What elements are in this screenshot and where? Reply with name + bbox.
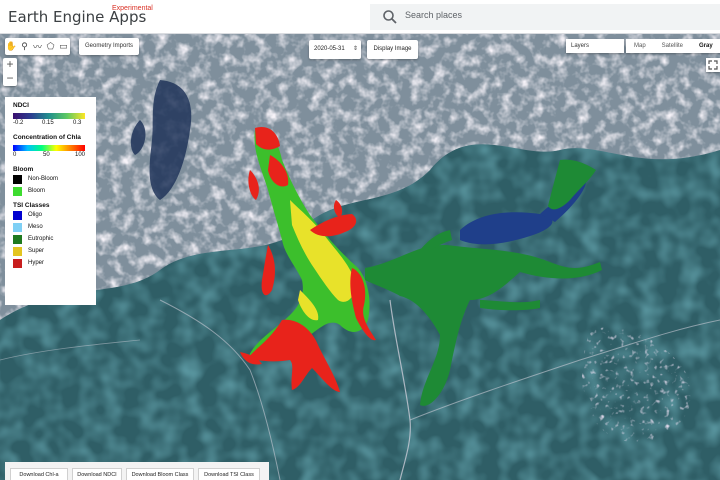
legend-panel: NDCI -0.2 0.15 0.3 Concentration of Chla… xyxy=(5,97,96,305)
legend-label: Hyper xyxy=(28,260,45,266)
map-type-gray[interactable]: Gray xyxy=(691,39,720,53)
download-tsi-class-button[interactable]: Download TSI Class xyxy=(198,468,260,480)
chla-colorbar xyxy=(13,145,85,151)
zoom-out-button[interactable]: − xyxy=(3,72,17,86)
legend-item: Super xyxy=(13,245,88,257)
drawing-tools: ✋ ⚲ 〰 ⬠ ▭ xyxy=(5,38,70,55)
legend-item: Meso xyxy=(13,221,88,233)
date-select[interactable]: 2020-05-31 ⇕ xyxy=(309,40,361,59)
marker-icon[interactable]: ⚲ xyxy=(18,39,31,54)
download-ndci-button[interactable]: Download NDCI xyxy=(72,468,122,480)
app-header: Earth Engine Apps Experimental Search pl… xyxy=(0,0,720,34)
swatch xyxy=(13,186,22,196)
legend-label: Oligo xyxy=(28,212,43,218)
legend-label: Non-Bloom xyxy=(28,176,59,182)
swatch xyxy=(13,258,22,268)
ndci-tick: 0.3 xyxy=(73,120,82,126)
swatch xyxy=(13,222,22,232)
ndci-colorbar xyxy=(13,113,85,119)
polyline-icon[interactable]: 〰 xyxy=(31,39,44,54)
hand-icon[interactable]: ✋ xyxy=(5,39,18,54)
fullscreen-button[interactable] xyxy=(706,58,720,72)
chla-tick: 50 xyxy=(43,152,50,158)
tsi-title: TSI Classes xyxy=(13,202,50,209)
chla-tick: 0 xyxy=(13,152,17,158)
map-type-satellite[interactable]: Satellite xyxy=(654,39,691,53)
legend-label: Super xyxy=(28,248,45,254)
legend-item: Non-Bloom xyxy=(13,173,88,185)
layers-button[interactable]: Layers xyxy=(566,39,624,53)
swatch xyxy=(13,246,22,256)
legend-item: Bloom xyxy=(13,185,88,197)
date-value: 2020-05-31 xyxy=(314,46,345,52)
map-canvas[interactable] xyxy=(0,34,720,480)
search-box[interactable]: Search places xyxy=(370,4,720,30)
ndci-tick: 0.15 xyxy=(42,120,54,126)
download-chla-button[interactable]: Download Chl-a xyxy=(10,468,68,480)
chla-tick: 100 xyxy=(75,152,86,158)
geometry-imports-button[interactable]: Geometry Imports xyxy=(79,38,140,55)
swatch xyxy=(13,210,22,220)
download-bloom-class-button[interactable]: Download Bloom Class xyxy=(126,468,194,480)
search-icon xyxy=(383,10,397,24)
search-input[interactable]: Search places xyxy=(405,10,462,20)
legend-label: Bloom xyxy=(28,188,46,194)
updown-arrow-icon: ⇕ xyxy=(352,46,358,52)
legend-item: Eutrophic xyxy=(13,233,88,245)
legend-label: Meso xyxy=(28,224,43,230)
zoom-controls: + − xyxy=(3,58,17,86)
map-type-map[interactable]: Map xyxy=(626,39,654,53)
rectangle-icon[interactable]: ▭ xyxy=(57,39,70,54)
chla-title: Concentration of Chla xyxy=(13,134,81,141)
zoom-in-button[interactable]: + xyxy=(3,58,17,72)
ndci-ticks: -0.2 0.15 0.3 xyxy=(13,120,93,129)
ndci-title: NDCI xyxy=(13,102,29,109)
swatch xyxy=(13,234,22,244)
fullscreen-icon xyxy=(708,60,718,70)
polygon-icon[interactable]: ⬠ xyxy=(44,39,57,54)
experimental-badge: Experimental xyxy=(112,5,153,12)
legend-label: Eutrophic xyxy=(28,236,54,242)
legend-item: Hyper xyxy=(13,257,88,269)
swatch xyxy=(13,174,22,184)
map-type-toggle: Map Satellite Gray xyxy=(626,39,720,53)
ndci-tick: -0.2 xyxy=(13,120,24,126)
legend-item: Oligo xyxy=(13,209,88,221)
display-image-button[interactable]: Display Image xyxy=(367,40,418,59)
bloom-title: Bloom xyxy=(13,166,34,173)
chla-ticks: 0 50 100 xyxy=(13,152,93,161)
satellite-imagery xyxy=(0,34,720,480)
